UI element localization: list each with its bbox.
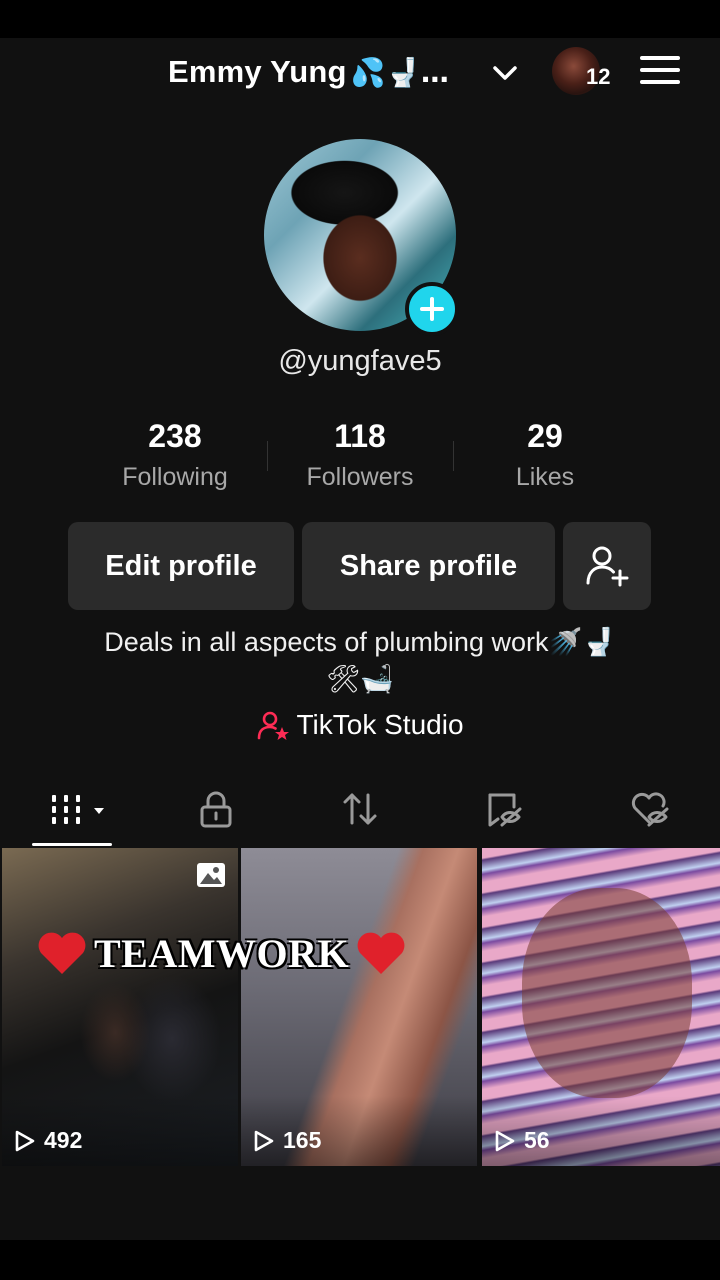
status-bar [0,0,720,38]
bio-emoji-line2: 🛠🛁 [326,664,394,695]
following-count: 238 [148,418,202,454]
followers-count: 118 [334,418,386,454]
lock-icon [200,791,232,828]
play-icon [495,1130,515,1151]
tab-reposts[interactable] [338,784,382,834]
likes-count: 29 [527,418,563,454]
bio: Deals in all aspects of plumbing work🚿🚽 … [40,624,680,698]
active-tab-indicator [32,843,112,846]
following-label: Following [122,463,228,491]
studio-label: TikTok Studio [296,709,464,740]
tab-favorites[interactable] [482,784,526,834]
repost-icon [343,793,377,825]
heart-icon [38,932,86,974]
heart-hidden-icon [631,792,669,827]
plus-icon [420,297,444,321]
following-stat[interactable]: 238 Following [95,418,255,492]
tab-private[interactable] [195,784,237,834]
likes-label: Likes [515,463,575,491]
studio-icon [258,711,290,740]
caption-text: TEAMWORK [94,930,350,976]
video-tile[interactable]: 492 [2,848,238,1166]
video-tile[interactable]: 165 [241,848,477,1166]
followers-stat[interactable]: 118 Followers [280,418,440,492]
bottom-bar [0,1240,720,1280]
video-tile[interactable]: 56 [482,848,720,1166]
photo-post-icon [197,863,225,887]
tab-liked[interactable] [626,784,672,834]
heart-icon [357,932,405,974]
tab-videos[interactable] [44,784,114,834]
divider [453,441,454,471]
thumbnail-subject [522,888,692,1098]
notification-count: 12 [586,64,611,89]
video-caption: TEAMWORK [30,928,430,978]
bio-text: Deals in all aspects of plumbing work [104,627,549,657]
bookmark-hidden-icon [488,793,522,827]
play-count: 56 [494,1127,550,1154]
play-icon [254,1130,274,1151]
grid-icon [52,795,104,824]
play-count-value: 165 [283,1127,322,1153]
bio-emoji: 🚿🚽 [548,627,616,658]
play-count-value: 492 [44,1127,83,1153]
share-profile-button[interactable]: Share profile [302,522,555,610]
play-count: 492 [14,1127,82,1154]
likes-stat[interactable]: 29 Likes [465,418,625,492]
add-story-button[interactable] [405,282,459,336]
account-switcher[interactable]: Emmy Yung 💦🚽… [168,52,449,92]
add-friends-button[interactable] [563,522,651,610]
divider [267,441,268,471]
play-count: 165 [253,1127,321,1154]
menu-icon[interactable] [640,56,680,88]
account-name-emoji: 💦🚽… [350,55,450,89]
add-user-icon [586,546,629,587]
account-name: Emmy Yung [168,54,347,89]
tiktok-studio-link[interactable]: TikTok Studio [0,708,720,742]
play-count-value: 56 [524,1127,550,1153]
play-icon [15,1130,35,1151]
edit-profile-button[interactable]: Edit profile [68,522,294,610]
username: @yungfave5 [278,345,442,377]
followers-label: Followers [306,463,414,491]
chevron-down-icon[interactable] [490,58,520,88]
